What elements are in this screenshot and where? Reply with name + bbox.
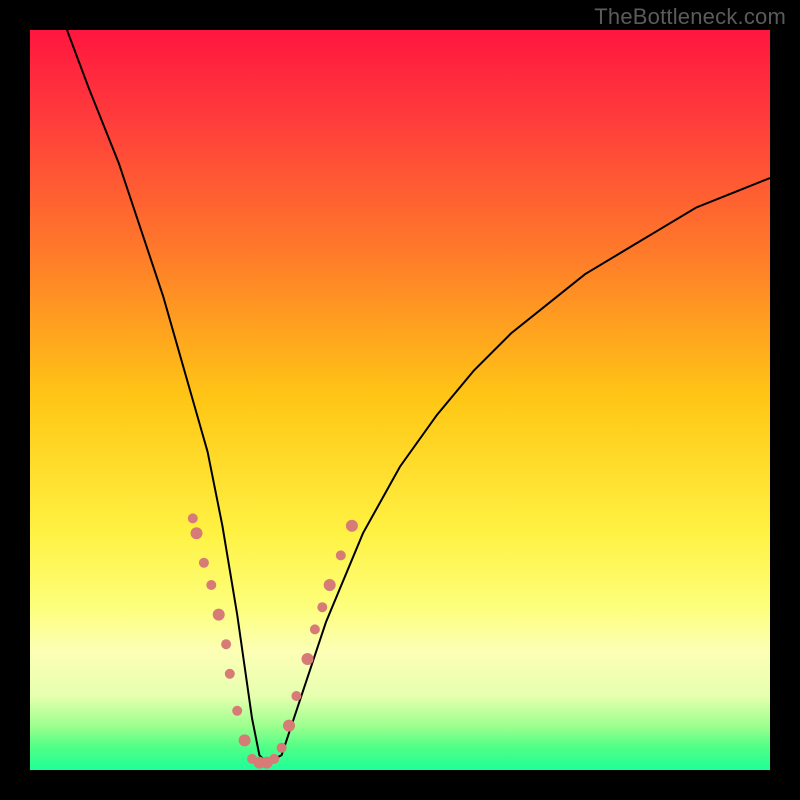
marker-point — [269, 754, 279, 764]
gradient-background — [30, 30, 770, 770]
marker-point — [346, 520, 358, 532]
chart-svg — [30, 30, 770, 770]
marker-point — [199, 558, 209, 568]
marker-point — [225, 669, 235, 679]
marker-point — [310, 624, 320, 634]
marker-point — [188, 513, 198, 523]
marker-point — [336, 550, 346, 560]
plot-area — [30, 30, 770, 770]
marker-point — [291, 691, 301, 701]
marker-point — [213, 609, 225, 621]
watermark-text: TheBottleneck.com — [594, 4, 786, 30]
marker-point — [239, 734, 251, 746]
marker-point — [302, 653, 314, 665]
marker-point — [191, 527, 203, 539]
marker-point — [277, 743, 287, 753]
marker-point — [206, 580, 216, 590]
marker-point — [283, 720, 295, 732]
marker-point — [232, 706, 242, 716]
marker-point — [324, 579, 336, 591]
chart-container: TheBottleneck.com — [0, 0, 800, 800]
marker-point — [317, 602, 327, 612]
marker-point — [221, 639, 231, 649]
